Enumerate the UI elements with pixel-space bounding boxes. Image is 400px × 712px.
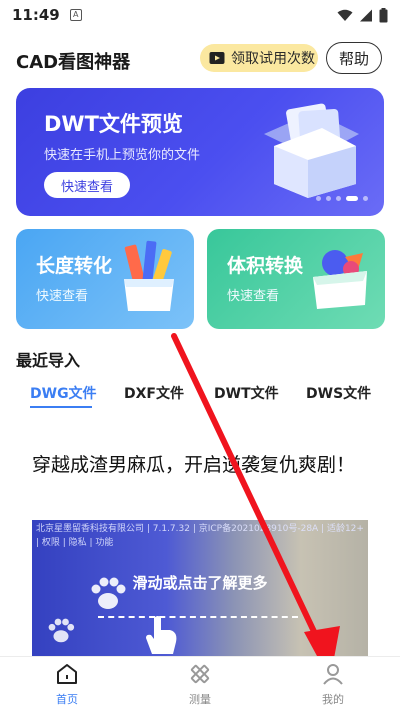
- card-title: 长度转化: [36, 255, 113, 277]
- ad-swipe-hint: 滑动或点击了解更多: [132, 574, 268, 592]
- volume-conversion-card[interactable]: 体积转换 快速查看: [207, 229, 385, 329]
- tab-dwg[interactable]: DWG文件: [30, 383, 97, 403]
- ad-title[interactable]: 穿越成渣男麻瓜，开启逆袭复仇爽剧！: [32, 450, 372, 480]
- status-bar: 11:49 A: [0, 0, 400, 30]
- home-icon: [57, 664, 77, 684]
- banner-dot[interactable]: [316, 196, 321, 201]
- status-icons: [337, 7, 388, 23]
- banner-subtitle: 快速在手机上预览你的文件: [44, 148, 201, 163]
- user-icon: [323, 664, 343, 685]
- banner-title: DWT文件预览: [44, 112, 183, 136]
- notification-a-icon: A: [69, 9, 82, 21]
- tab-dwt[interactable]: DWT文件: [214, 383, 279, 403]
- ruler-pencil-cup-icon: [124, 240, 174, 311]
- nav-measure[interactable]: 测量: [165, 663, 235, 707]
- active-tab-indicator: [30, 406, 92, 408]
- app-title: CAD看图神器: [16, 52, 131, 73]
- status-time: 11:49: [12, 6, 60, 24]
- folder-illustration-icon: [264, 103, 359, 198]
- banner-dot-active[interactable]: [346, 196, 358, 201]
- banner-dot[interactable]: [336, 196, 341, 201]
- signal-icon: [360, 9, 372, 21]
- nav-label-profile: 我的: [322, 693, 344, 706]
- battery-icon: [379, 7, 388, 22]
- tab-dxf[interactable]: DXF文件: [124, 383, 184, 403]
- card-subtitle: 快速查看: [36, 289, 89, 304]
- swipe-dashed-line: [98, 616, 298, 618]
- claim-trial-button[interactable]: 领取试用次数: [200, 44, 318, 72]
- wifi-icon: [337, 9, 353, 21]
- measure-icon: [190, 664, 210, 684]
- banner-pagination: [316, 196, 368, 201]
- tab-dws[interactable]: DWS文件: [306, 383, 371, 403]
- banner-dot[interactable]: [326, 196, 331, 201]
- banner-dot[interactable]: [363, 196, 368, 201]
- header: CAD看图神器 领取试用次数 帮助: [0, 40, 400, 76]
- ad-info-text: 北京星墨留香科技有限公司 | 7.1.7.32 | 京ICP备202102891…: [36, 524, 364, 548]
- length-conversion-card[interactable]: 长度转化 快速查看: [16, 229, 194, 329]
- nav-profile[interactable]: 我的: [298, 663, 368, 707]
- shapes-box-icon: [313, 250, 367, 309]
- ticket-icon: [209, 52, 225, 64]
- card-title: 体积转换: [227, 255, 304, 277]
- recent-imports-title: 最近导入: [16, 351, 81, 370]
- help-button[interactable]: 帮助: [326, 42, 382, 74]
- nav-label-measure: 测量: [189, 693, 211, 706]
- claim-trial-label: 领取试用次数: [231, 51, 315, 67]
- bottom-navigation: 首页 测量 我的: [0, 656, 400, 712]
- card-subtitle: 快速查看: [227, 289, 280, 304]
- banner-quick-view-button[interactable]: 快速查看: [44, 172, 130, 198]
- nav-home[interactable]: 首页: [32, 663, 102, 707]
- ad-video[interactable]: 北京星墨留香科技有限公司 | 7.1.7.32 | 京ICP备202102891…: [32, 520, 368, 656]
- dwt-preview-banner[interactable]: DWT文件预览 快速在手机上预览你的文件 快速查看: [16, 88, 384, 216]
- hand-pointer-icon: [146, 616, 177, 654]
- paw-print-icon: [48, 618, 75, 643]
- nav-label-home: 首页: [56, 693, 78, 706]
- file-type-tabs: DWG文件 DXF文件 DWT文件 DWS文件: [0, 380, 400, 410]
